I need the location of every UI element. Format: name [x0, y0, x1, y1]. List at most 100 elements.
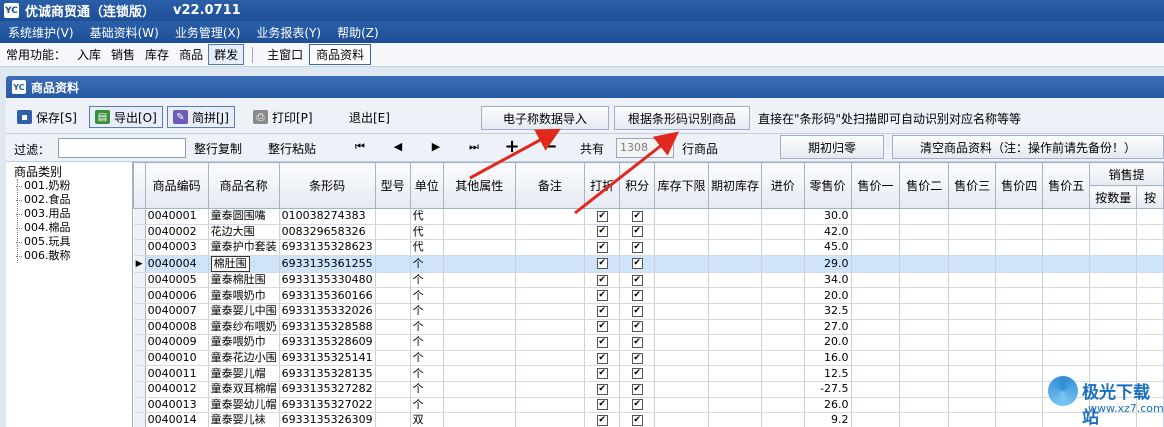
cell-price-level[interactable]: [1042, 287, 1091, 304]
cell-commission[interactable]: [1136, 239, 1164, 256]
column-header[interactable]: 进价: [761, 162, 805, 209]
cell-commission-qty[interactable]: [1089, 224, 1138, 241]
cell-commission[interactable]: [1136, 350, 1164, 367]
cell-retail-price[interactable]: 45.0: [804, 239, 852, 256]
cell-name[interactable]: 童泰婴儿袜: [208, 412, 280, 427]
cell-opening-stock[interactable]: [708, 365, 763, 382]
cell-retail-price[interactable]: 9.2: [804, 412, 852, 427]
cell-code[interactable]: 0040014: [145, 412, 209, 427]
cell-purchase-price[interactable]: [761, 208, 805, 225]
menu-business[interactable]: 业务管理(X): [167, 24, 249, 41]
cell-price-level[interactable]: [995, 208, 1044, 225]
discount-checkbox[interactable]: ✔: [596, 352, 608, 364]
cell-price-level[interactable]: [899, 272, 950, 289]
cell-price-level[interactable]: [948, 412, 997, 427]
cell-price-level[interactable]: [948, 350, 997, 367]
save-button[interactable]: ▪ 保存[S]: [12, 106, 82, 128]
cell-stock-min[interactable]: [654, 303, 709, 320]
cell-opening-stock[interactable]: [708, 381, 763, 398]
cell-price-level[interactable]: [899, 334, 950, 351]
cell-price-level[interactable]: [995, 303, 1044, 320]
cell-price-level[interactable]: [948, 381, 997, 398]
cell-price-level[interactable]: [899, 412, 950, 427]
column-header[interactable]: 单位: [409, 162, 444, 209]
cell-purchase-price[interactable]: [761, 397, 805, 414]
cell-purchase-price[interactable]: [761, 334, 805, 351]
cell-barcode[interactable]: 008329658326: [279, 224, 376, 241]
cell-price-level[interactable]: [1042, 303, 1091, 320]
table-row[interactable]: 0040009 童泰喂奶巾 6933135328609 个 ✔ ✔ 20.0: [133, 334, 1164, 351]
cell-price-level[interactable]: [851, 287, 901, 304]
column-header[interactable]: 商品编码: [144, 162, 209, 209]
cell-unit[interactable]: 双: [410, 412, 444, 427]
cell-barcode[interactable]: 6933135325141: [279, 350, 376, 367]
column-header[interactable]: 按: [1136, 185, 1164, 209]
previous-record-icon[interactable]: ◀: [390, 140, 406, 153]
points-checkbox[interactable]: ✔: [631, 383, 643, 395]
scale-import-button[interactable]: 电子称数据导入: [481, 106, 609, 130]
cell-code[interactable]: 0040012: [145, 381, 209, 398]
cell-unit[interactable]: 个: [410, 381, 444, 398]
cell-price-level[interactable]: [851, 303, 901, 320]
cell-barcode[interactable]: 6933135328609: [279, 334, 376, 351]
cell-barcode[interactable]: 6933135326309: [279, 412, 376, 427]
pinyin-button[interactable]: ✎ 简拼[J]: [167, 106, 235, 128]
cell-price-level[interactable]: [899, 208, 950, 225]
cell-purchase-price[interactable]: [761, 412, 805, 427]
discount-checkbox[interactable]: ✔: [596, 241, 608, 253]
cell-attributes[interactable]: [443, 239, 516, 256]
table-row[interactable]: 0040008 童泰纱布喂奶 6933135328588 个 ✔ ✔ 27.0: [133, 319, 1164, 336]
cell-barcode[interactable]: 6933135328135: [279, 365, 376, 382]
discount-checkbox[interactable]: ✔: [596, 258, 608, 270]
cell-barcode[interactable]: 6933135360166: [279, 287, 376, 304]
cell-unit[interactable]: 个: [410, 350, 444, 367]
cell-price-level[interactable]: [948, 208, 997, 225]
cell-opening-stock[interactable]: [708, 319, 763, 336]
cell-unit[interactable]: 个: [410, 287, 444, 304]
table-row[interactable]: 0040003 童泰护巾套装 6933135328623 代 ✔ ✔ 45.0: [133, 239, 1164, 256]
cell-opening-stock[interactable]: [708, 303, 763, 320]
cell-price-level[interactable]: [899, 239, 950, 256]
cell-price-level[interactable]: [948, 397, 997, 414]
cell-stock-min[interactable]: [654, 334, 709, 351]
table-row[interactable]: 0040002 花边大围 008329658326 代 ✔ ✔ 42.0: [133, 224, 1164, 241]
cell-price-level[interactable]: [948, 255, 997, 273]
cell-name[interactable]: 童泰护巾套装: [208, 239, 280, 256]
points-checkbox[interactable]: ✔: [631, 336, 643, 348]
quick-inventory[interactable]: 库存: [140, 45, 174, 64]
cell-retail-price[interactable]: 32.5: [804, 303, 852, 320]
cell-purchase-price[interactable]: [761, 272, 805, 289]
cell-barcode[interactable]: 6933135361255: [279, 255, 376, 273]
cell-retail-price[interactable]: 30.0: [804, 208, 852, 225]
cell-price-level[interactable]: [851, 272, 901, 289]
cell-retail-price[interactable]: 29.0: [804, 255, 852, 273]
last-record-icon[interactable]: ⏭: [466, 140, 482, 154]
table-row[interactable]: 0040007 童泰婴儿中围 6933135332026 个 ✔ ✔ 32.5: [133, 303, 1164, 320]
cell-price-level[interactable]: [851, 208, 901, 225]
table-row[interactable]: 0040013 童泰婴幼儿帽 6933135327022 个 ✔ ✔ 26.0: [133, 397, 1164, 414]
cell-price-level[interactable]: [851, 224, 901, 241]
cell-retail-price[interactable]: 16.0: [804, 350, 852, 367]
cell-remark[interactable]: [515, 239, 586, 256]
cell-price-level[interactable]: [851, 381, 901, 398]
cell-name[interactable]: 童泰婴儿帽: [208, 365, 280, 382]
cell-price-level[interactable]: [851, 365, 901, 382]
cell-opening-stock[interactable]: [708, 397, 763, 414]
cell-price-level[interactable]: [1042, 239, 1091, 256]
cell-code[interactable]: 0040006: [145, 287, 209, 304]
points-checkbox[interactable]: ✔: [631, 321, 643, 333]
cell-model[interactable]: [375, 381, 411, 398]
points-checkbox[interactable]: ✔: [631, 274, 643, 286]
barcode-identify-button[interactable]: 根据条形码识别商品: [614, 106, 750, 130]
next-record-icon[interactable]: ▶: [428, 140, 444, 153]
cell-price-level[interactable]: [899, 397, 950, 414]
column-header[interactable]: 售价三: [948, 162, 997, 209]
column-header[interactable]: 售价二: [899, 162, 950, 209]
column-header[interactable]: 售价四: [995, 162, 1044, 209]
column-header[interactable]: 售价五: [1042, 162, 1091, 209]
cell-remark[interactable]: [515, 303, 586, 320]
cell-model[interactable]: [375, 287, 411, 304]
quick-mass-send[interactable]: 群发: [208, 44, 245, 65]
cell-opening-stock[interactable]: [708, 255, 763, 273]
cell-opening-stock[interactable]: [708, 412, 763, 427]
